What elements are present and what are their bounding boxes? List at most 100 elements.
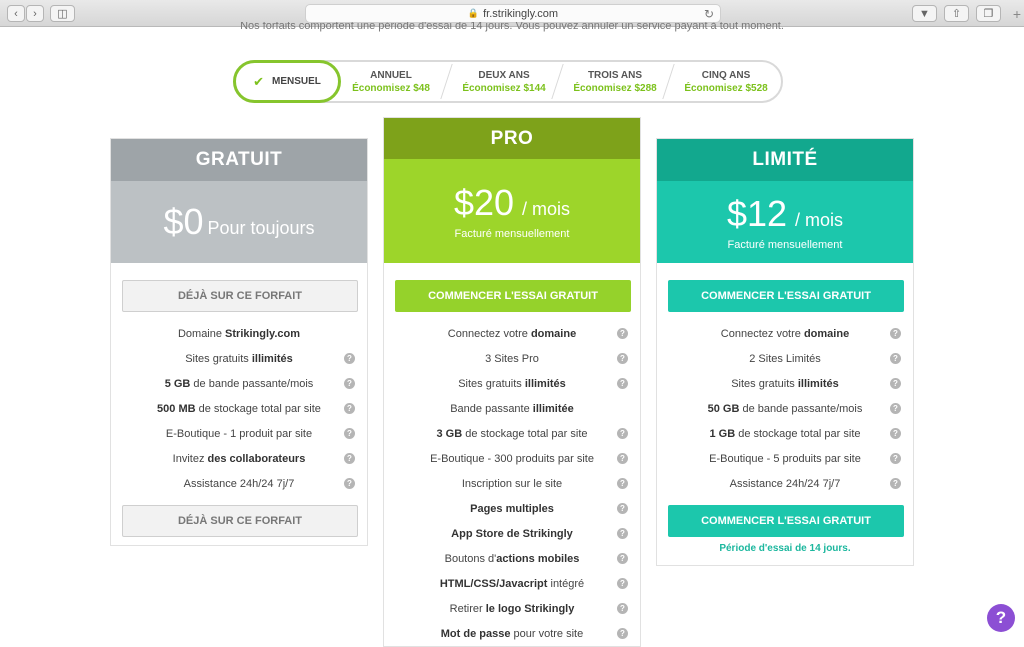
address-bar[interactable]: 🔒 fr.strikingly.com ↻ — [305, 4, 721, 23]
help-icon[interactable]: ? — [617, 478, 628, 489]
plus-icon: + — [1012, 5, 1022, 22]
billing-note: Facturé mensuellement — [727, 239, 843, 251]
feature-item: Connectez votre domaine? — [657, 321, 913, 346]
help-icon[interactable]: ? — [617, 453, 628, 464]
help-icon[interactable]: ? — [617, 553, 628, 564]
tabs-button[interactable]: ❐ — [976, 5, 1001, 22]
plan-title: GRATUIT — [111, 139, 367, 181]
feature-item: Assistance 24h/24 7j/7? — [111, 471, 367, 496]
help-icon[interactable]: ? — [617, 603, 628, 614]
feature-item: Sites gratuits illimités? — [384, 371, 640, 396]
feature-item: Bande passante illimitée — [450, 402, 574, 415]
plan-card-free: GRATUIT $0 Pour toujours DÉJÀ SUR CE FOR… — [110, 138, 368, 546]
help-icon[interactable]: ? — [890, 453, 901, 464]
help-icon[interactable]: ? — [890, 428, 901, 439]
feature-item: Pages multiples? — [384, 496, 640, 521]
billing-option-three-years[interactable]: TROIS ANS Économisez $288 — [561, 62, 669, 101]
billing-option-monthly[interactable]: ✔ MENSUEL — [233, 60, 341, 103]
feature-item: 3 GB de stockage total par site? — [384, 421, 640, 446]
price-amount: $0 — [163, 201, 204, 242]
help-icon[interactable]: ? — [890, 378, 901, 389]
feature-item: 2 Sites Limités? — [657, 346, 913, 371]
price-amount: $20 — [453, 182, 515, 223]
trial-subtitle: Nos forfaits comportent une période d'es… — [240, 22, 784, 32]
feature-item: Connectez votre domaine? — [384, 321, 640, 346]
feature-item: Sites gratuits illimités? — [657, 371, 913, 396]
check-icon: ✔ — [253, 73, 264, 89]
feature-list: Domaine Strikingly.com Sites gratuits il… — [111, 321, 367, 496]
help-icon[interactable]: ? — [890, 353, 901, 364]
download-icon: ▼ — [919, 7, 930, 20]
feature-item: 5 GB de bande passante/mois? — [111, 371, 367, 396]
sidebar-icon: ◫ — [57, 8, 68, 20]
help-icon[interactable]: ? — [344, 353, 355, 364]
start-trial-button-bottom[interactable]: COMMENCER L'ESSAI GRATUIT — [668, 505, 904, 537]
price-band: $20 / mois Facturé mensuellement — [384, 159, 640, 263]
help-icon[interactable]: ? — [890, 403, 901, 414]
downloads-button[interactable]: ▼ — [912, 5, 937, 22]
question-icon: ? — [995, 608, 1007, 627]
feature-item: Sites gratuits illimités? — [111, 346, 367, 371]
help-icon[interactable]: ? — [617, 328, 628, 339]
help-icon[interactable]: ? — [617, 378, 628, 389]
price-period: / mois — [795, 210, 844, 230]
start-trial-button[interactable]: COMMENCER L'ESSAI GRATUIT — [668, 280, 904, 312]
price-band: $0 Pour toujours — [111, 181, 367, 263]
feature-item: 3 Sites Pro? — [384, 346, 640, 371]
reload-icon[interactable]: ↻ — [704, 7, 714, 21]
url-text: fr.strikingly.com — [483, 7, 559, 20]
help-icon[interactable]: ? — [617, 628, 628, 639]
sidebar-toggle-button[interactable]: ◫ — [50, 5, 75, 22]
price-band: $12 / mois Facturé mensuellement — [657, 181, 913, 263]
help-icon[interactable]: ? — [344, 378, 355, 389]
plan-card-limited: LIMITÉ $12 / mois Facturé mensuellement … — [656, 138, 914, 566]
trial-note: Période d'essai de 14 jours. — [719, 543, 851, 554]
feature-item: Boutons d'actions mobiles? — [384, 546, 640, 571]
feature-item: E-Boutique - 1 produit par site? — [111, 421, 367, 446]
billing-note: Facturé mensuellement — [454, 228, 570, 240]
help-icon[interactable]: ? — [890, 478, 901, 489]
chevron-right-icon: › — [33, 7, 37, 20]
billing-option-five-years[interactable]: CINQ ANS Économisez $528 — [671, 62, 781, 101]
feature-item: 1 GB de stockage total par site? — [657, 421, 913, 446]
help-icon[interactable]: ? — [890, 328, 901, 339]
help-icon[interactable]: ? — [344, 428, 355, 439]
feature-item: App Store de Strikingly? — [384, 521, 640, 546]
tabs-icon: ❐ — [983, 8, 994, 20]
billing-option-annual[interactable]: ANNUEL Économisez $48 — [341, 62, 441, 101]
feature-list: Connectez votre domaine? 2 Sites Limités… — [657, 321, 913, 496]
feature-item: Invitez des collaborateurs? — [111, 446, 367, 471]
chevron-left-icon: ‹ — [14, 7, 18, 20]
help-chat-button[interactable]: ? — [987, 604, 1015, 632]
share-button[interactable]: ⇧ — [944, 5, 969, 22]
current-plan-button-bottom[interactable]: DÉJÀ SUR CE FORFAIT — [122, 505, 358, 537]
feature-item: E-Boutique - 300 produits par site? — [384, 446, 640, 471]
feature-list: Connectez votre domaine? 3 Sites Pro? Si… — [384, 321, 640, 646]
help-icon[interactable]: ? — [617, 578, 628, 589]
start-trial-button[interactable]: COMMENCER L'ESSAI GRATUIT — [395, 280, 631, 312]
forward-button[interactable]: › — [26, 5, 44, 22]
feature-item: Inscription sur le site? — [384, 471, 640, 496]
price-period: / mois — [522, 199, 571, 219]
help-icon[interactable]: ? — [344, 403, 355, 414]
feature-item: Assistance 24h/24 7j/7? — [657, 471, 913, 496]
feature-item: 50 GB de bande passante/mois? — [657, 396, 913, 421]
feature-item: E-Boutique - 5 produits par site? — [657, 446, 913, 471]
billing-option-two-years[interactable]: DEUX ANS Économisez $144 — [451, 62, 557, 101]
plan-card-pro: PRO $20 / mois Facturé mensuellement COM… — [383, 117, 641, 647]
help-icon[interactable]: ? — [344, 478, 355, 489]
feature-item: Domaine Strikingly.com — [177, 327, 301, 340]
plan-title: PRO — [384, 118, 640, 159]
help-icon[interactable]: ? — [617, 503, 628, 514]
help-icon[interactable]: ? — [617, 353, 628, 364]
feature-item: HTML/CSS/Javacript intégré? — [384, 571, 640, 596]
back-button[interactable]: ‹ — [7, 5, 25, 22]
feature-item: 500 MB de stockage total par site? — [111, 396, 367, 421]
help-icon[interactable]: ? — [344, 453, 355, 464]
help-icon[interactable]: ? — [617, 428, 628, 439]
share-icon: ⇧ — [951, 8, 962, 20]
help-icon[interactable]: ? — [617, 528, 628, 539]
current-plan-button[interactable]: DÉJÀ SUR CE FORFAIT — [122, 280, 358, 312]
plan-title: LIMITÉ — [657, 139, 913, 181]
lock-icon: 🔒 — [467, 8, 480, 18]
